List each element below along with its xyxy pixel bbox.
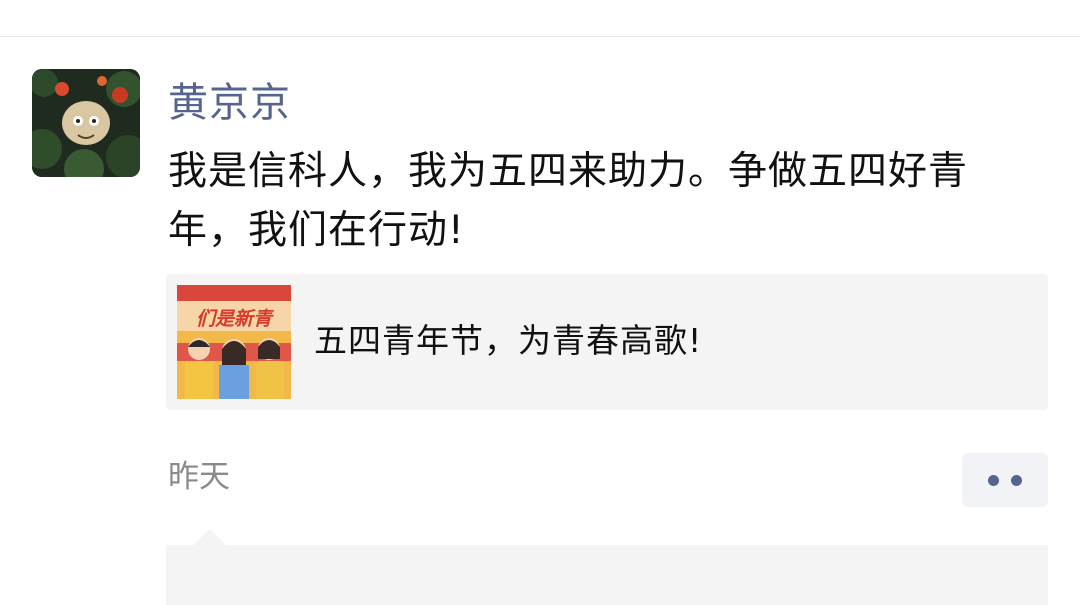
avatar[interactable]: [32, 69, 140, 177]
more-dot: [1011, 474, 1022, 486]
post-content: 我是信科人，我为五四来助力。争做五四好青年，我们在行动!: [168, 149, 969, 253]
username[interactable]: 黄京京: [168, 77, 291, 129]
link-thumbnail: 们是新青: [177, 285, 291, 399]
more-dot: [988, 474, 999, 486]
comment-area: [166, 529, 1048, 605]
comment-arrow-icon: [194, 529, 226, 545]
more-dots-icon[interactable]: [962, 453, 1048, 507]
thumbnail-banner-text: 们是新青: [196, 308, 274, 330]
moments-post: 黄京京 我是信科人，我为五四来助力。争做五四好青年，我们在行动! 们是新青 五四…: [0, 37, 1080, 605]
top-strip: [0, 0, 1080, 37]
link-title: 五四青年节，为青春高歌!: [314, 321, 703, 360]
shared-link-card[interactable]: 们是新青 五四青年节，为青春高歌!: [166, 274, 1048, 410]
post-time: 昨天: [168, 459, 230, 495]
